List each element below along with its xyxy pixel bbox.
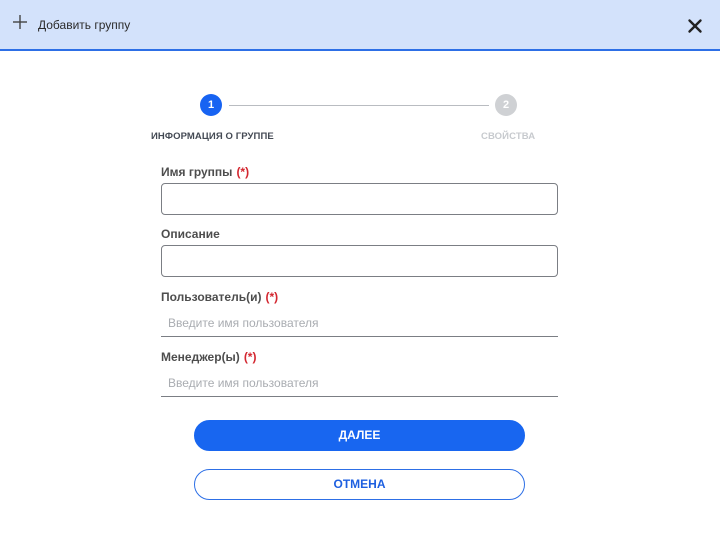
description-input[interactable] [161,245,558,277]
dialog-title: Добавить группу [38,18,131,32]
description-label-text: Описание [161,227,220,241]
description-label: Описание [161,227,220,241]
users-label: Пользователь(и) (*) [161,290,278,304]
close-icon[interactable] [686,17,704,35]
step-1-indicator[interactable]: 1 [200,94,222,116]
required-mark: (*) [236,165,250,179]
users-label-text: Пользователь(и) [161,290,262,304]
group-name-input[interactable] [161,183,558,215]
plus-icon [12,14,28,30]
users-input[interactable] [161,309,558,337]
step-2-indicator[interactable]: 2 [495,94,517,116]
add-group-dialog: Добавить группу 1 2 ИНФОРМАЦИЯ О ГРУППЕ … [0,0,720,543]
group-name-label: Имя группы (*) [161,165,249,179]
stepper-connector [229,105,489,106]
step-1-label: ИНФОРМАЦИЯ О ГРУППЕ [151,131,274,142]
managers-input[interactable] [161,369,558,397]
managers-label: Менеджер(ы) (*) [161,350,256,364]
managers-label-text: Менеджер(ы) [161,350,240,364]
next-button[interactable]: ДАЛЕЕ [194,420,525,451]
dialog-header: Добавить группу [0,0,720,51]
required-mark: (*) [243,350,257,364]
cancel-button[interactable]: ОТМЕНА [194,469,525,500]
group-name-label-text: Имя группы [161,165,233,179]
step-2-label: СВОЙСТВА [481,131,536,142]
required-mark: (*) [265,290,279,304]
